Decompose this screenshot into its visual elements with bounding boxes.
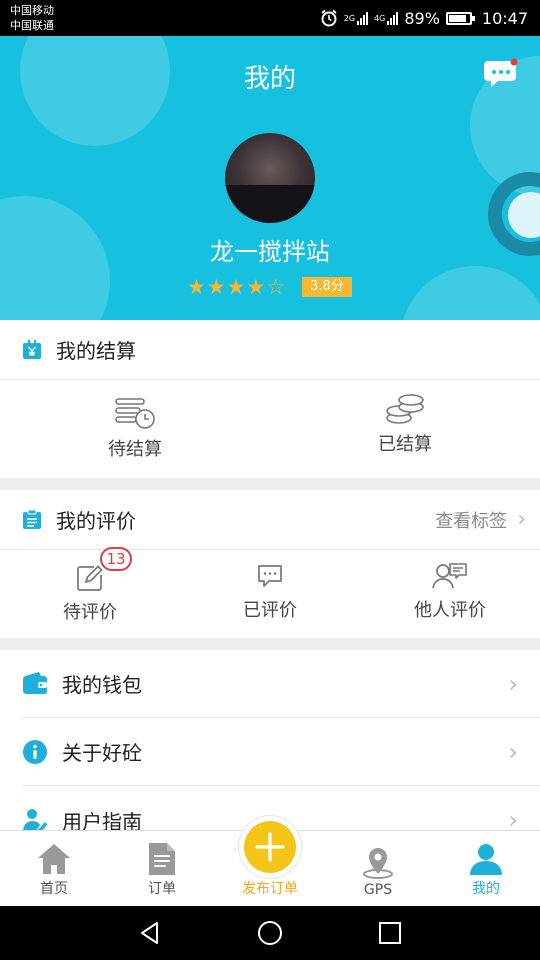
tab-orders[interactable]: 订单	[108, 831, 216, 906]
user-guide-label: 用户指南	[62, 809, 142, 831]
reviewed-label: 已评价	[243, 600, 297, 621]
pending-settlement-button[interactable]: 待结算	[0, 380, 270, 477]
view-tags-label: 查看标签	[435, 510, 508, 532]
carrier-1: 中国移动	[10, 4, 54, 17]
plus-icon	[255, 832, 285, 862]
battery-percent: 89%	[404, 8, 440, 28]
user-comment-icon	[432, 563, 467, 589]
star-icon: ★	[187, 275, 206, 299]
profile-icon	[470, 844, 502, 875]
coins-stack-icon	[386, 394, 424, 424]
chat-bubble-icon	[484, 58, 518, 87]
page-title: 我的	[243, 64, 296, 94]
about-label: 关于好砼	[62, 741, 142, 765]
tab-gps-label: GPS	[363, 882, 393, 898]
star-outline-icon: ☆	[266, 275, 286, 299]
tab-orders-label: 订单	[148, 881, 176, 897]
others-review-button[interactable]: 他人评价	[360, 550, 540, 637]
comment-icon	[258, 565, 282, 587]
star-icon: ★	[246, 275, 266, 299]
publish-button[interactable]	[244, 821, 296, 873]
profile-header: 我的 龙一搅拌站 ★ ★ ★ ★ ☆ 3.8分	[0, 36, 540, 320]
tab-home[interactable]: 首页	[0, 831, 108, 906]
chevron-right-icon: ›	[508, 669, 518, 698]
view-tags-link[interactable]: 查看标签 ›	[435, 507, 526, 533]
network-1-label: 2G	[343, 13, 356, 23]
reviews-section: 我的评价 查看标签 › 13 待评价 已评价 他人评价	[0, 490, 540, 638]
home-circle-icon[interactable]	[256, 919, 284, 947]
recents-icon[interactable]	[377, 920, 403, 946]
others-review-label: 他人评价	[414, 600, 486, 621]
settlement-section: 我的结算 待结算 已结算	[0, 320, 540, 478]
wallet-label: 我的钱包	[62, 673, 142, 697]
status-right: 2G 4G 89% 10:47	[320, 6, 528, 30]
to-review-label: 待评价	[63, 602, 117, 623]
tab-gps[interactable]: GPS	[324, 831, 432, 906]
back-icon[interactable]	[137, 920, 163, 946]
avatar[interactable]	[225, 133, 315, 223]
header-decoration	[400, 266, 540, 320]
signal-2-icon	[387, 11, 399, 25]
reviews-grid: 13 待评价 已评价 他人评价	[0, 547, 540, 637]
tab-publish-label: 发布订单	[242, 881, 298, 897]
chevron-right-icon: ›	[517, 507, 526, 532]
tab-profile[interactable]: 我的	[432, 831, 540, 906]
bottom-tab-bar: 首页 订单 发布订单 GPS 我的	[0, 815, 540, 906]
wallet-icon	[23, 671, 47, 694]
settlement-icon	[23, 339, 41, 359]
tab-home-label: 首页	[40, 881, 68, 897]
alarm-icon	[321, 9, 337, 27]
carrier-info: 中国移动 中国联通	[10, 3, 54, 33]
reviews-title: 我的评价	[56, 509, 136, 533]
reviewed-button[interactable]: 已评价	[180, 550, 360, 637]
wallet-item[interactable]: 我的钱包 ›	[22, 650, 540, 718]
settlement-header: 我的结算	[0, 320, 540, 380]
tab-publish-order[interactable]: 发布订单	[216, 815, 324, 906]
settled-button[interactable]: 已结算	[270, 380, 540, 477]
star-icon: ★	[206, 275, 226, 299]
rating-stars: ★ ★ ★ ★ ☆	[187, 276, 285, 298]
pending-settlement-icon	[115, 398, 155, 429]
edit-icon	[77, 565, 103, 591]
pending-settlement-label: 待结算	[108, 439, 162, 460]
tab-profile-label: 我的	[472, 881, 500, 897]
signal-1-icon	[357, 11, 369, 25]
pending-review-badge: 13	[100, 547, 132, 571]
score-badge: 3.8分	[302, 277, 352, 297]
info-icon	[23, 739, 47, 764]
status-bar: 中国移动 中国联通 2G 4G 89% 10:47	[0, 0, 540, 36]
network-2-label: 4G	[374, 13, 386, 23]
about-item[interactable]: 关于好砼 ›	[22, 718, 540, 786]
chevron-right-icon: ›	[508, 737, 518, 766]
user-guide-icon	[23, 809, 48, 830]
clock: 10:47	[481, 8, 528, 28]
clipboard-icon	[23, 509, 41, 529]
star-icon: ★	[226, 275, 246, 299]
system-nav-bar	[0, 906, 540, 960]
reviews-header[interactable]: 我的评价 查看标签 ›	[0, 490, 540, 550]
station-name: 龙一搅拌站	[210, 238, 330, 266]
battery-icon	[445, 11, 475, 25]
gps-icon	[363, 848, 393, 879]
order-icon	[149, 843, 175, 875]
settled-label: 已结算	[378, 434, 432, 455]
publish-button-ring	[238, 815, 302, 879]
home-icon	[38, 844, 70, 874]
to-review-button[interactable]: 13 待评价	[0, 547, 180, 637]
message-button[interactable]	[482, 58, 518, 88]
settlement-grid: 待结算 已结算	[0, 380, 540, 477]
menu-list: 我的钱包 › 关于好砼 › 用户指南 ›	[0, 650, 540, 830]
chevron-right-icon: ›	[508, 806, 518, 830]
carrier-2: 中国联通	[10, 19, 54, 32]
settlement-title: 我的结算	[56, 339, 136, 363]
